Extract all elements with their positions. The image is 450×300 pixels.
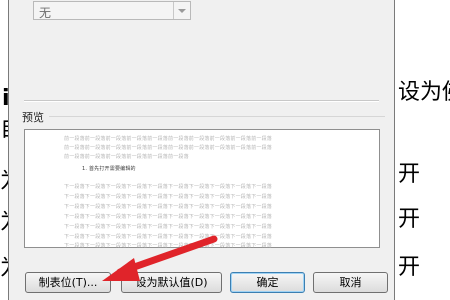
bg-side-text: 设为佛 xyxy=(398,80,450,105)
preview-next-line: 下一段落下一段落下一段落下一段落下一段落下一段落下一段落下一段落下一段落下一段落 xyxy=(64,224,273,230)
preview-next-line: 下一段落下一段落下一段落下一段落下一段落下一段落下一段落下一段落下一段落下一段落 xyxy=(64,234,273,240)
preview-current-line: 1. 首先打开需要编辑的 xyxy=(82,166,136,172)
divider xyxy=(24,100,379,102)
preview-next-line: 下一段落下一段落下一段落下一段落下一段落下一段落下一段落下一段落下一段落下一段落 xyxy=(64,204,273,210)
preview-prev-line: 前一段落前一段落前一段落前一段落前一段落前一段落前一段落前一段落前一段落前一段落 xyxy=(64,145,273,151)
bg-side-text: 开 xyxy=(398,207,421,232)
preview-prev-line: 前一段落前一段落前一段落前一段落前一段落前一段落 xyxy=(64,154,189,160)
divider xyxy=(49,116,385,117)
tabs-button[interactable]: 制表位(T)... xyxy=(25,272,111,293)
set-default-button[interactable]: 设为默认值(D) xyxy=(121,272,222,293)
select-value: 无 xyxy=(39,6,52,20)
outline-level-select[interactable]: 无 xyxy=(33,1,191,20)
preview-next-line: 下一段落下一段落下一段落下一段落下一段落下一段落下一段落下一段落下一段落下一段落 xyxy=(64,194,273,200)
chevron-down-icon[interactable] xyxy=(173,2,190,19)
bg-side-text: 开 xyxy=(398,255,421,280)
paragraph-dialog: 无 预览 前一段落前一段落前一段落前一段落前一段落前一段落前一段落前一段落前一段… xyxy=(8,0,395,300)
preview-label: 预览 xyxy=(22,111,44,124)
preview-next-line: 下一段落下一段落下一段落下一段落下一段落下一段落下一段落下一段落下一段落下一段落 xyxy=(64,184,273,190)
preview-prev-line: 前一段落前一段落前一段落前一段落前一段落前一段落前一段落前一段落前一段落前一段落 xyxy=(64,136,273,142)
cancel-button[interactable]: 取消 xyxy=(313,272,388,293)
bg-side-text: 开 xyxy=(398,162,421,187)
preview-pane: 前一段落前一段落前一段落前一段落前一段落前一段落前一段落前一段落前一段落前一段落… xyxy=(24,129,380,249)
preview-next-line: 下一段落下一段落下一段落下一段落下一段落下一段落下一段落下一段落下一段落下一段落 xyxy=(64,214,273,220)
ok-button[interactable]: 确定 xyxy=(230,272,305,293)
preview-next-line: 下一段落下一段落下一段落下一段落下一段落下一段落下一段落下一段落下一段落下一段落 xyxy=(64,243,273,249)
